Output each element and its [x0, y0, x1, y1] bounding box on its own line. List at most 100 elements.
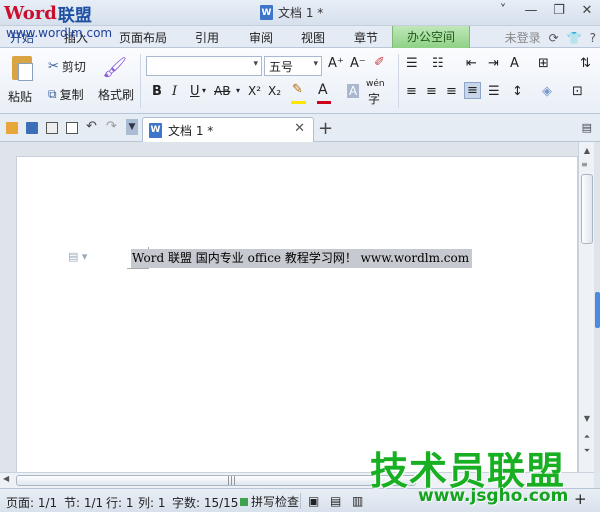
increase-indent-icon[interactable]: ⇥: [488, 56, 499, 71]
window-title: W 文档 1 *: [260, 4, 323, 21]
align-center-icon[interactable]: ≡: [426, 84, 437, 99]
close-button[interactable]: ✕: [580, 3, 594, 18]
save-icon[interactable]: [26, 122, 38, 134]
paste-button[interactable]: 粘贴: [8, 88, 32, 105]
web-view-icon[interactable]: ▥: [352, 494, 363, 508]
add-tab-icon[interactable]: +: [318, 118, 333, 139]
tab-view[interactable]: 视图: [301, 29, 325, 46]
subscript-button[interactable]: X₂: [268, 84, 281, 98]
sort-icon[interactable]: ⇅: [580, 56, 591, 71]
chevron-down-icon: ▾: [313, 59, 318, 69]
print-icon[interactable]: [46, 122, 58, 134]
scroll-left-icon[interactable]: ◀: [3, 474, 9, 483]
chevron-down-icon[interactable]: ▾: [202, 86, 206, 95]
bullet-list-icon[interactable]: ☰: [406, 56, 418, 71]
grow-font-button[interactable]: A⁺: [328, 56, 344, 71]
chevron-down-icon[interactable]: ▾: [236, 86, 240, 95]
line-spacing-icon[interactable]: ↕: [512, 84, 523, 99]
text-effect-button[interactable]: A: [510, 56, 519, 71]
next-page-icon[interactable]: ⏷: [581, 446, 593, 458]
font-size-select[interactable]: 五号 ▾: [264, 56, 322, 76]
print-preview-icon[interactable]: [66, 122, 78, 134]
tab-list-icon[interactable]: ▤: [582, 121, 592, 134]
numbered-list-icon[interactable]: ☷: [432, 56, 444, 71]
bold-button[interactable]: B: [152, 84, 162, 99]
document-page[interactable]: [16, 156, 578, 486]
app-logo: Word 联盟: [4, 2, 92, 26]
customize-toolbar-icon[interactable]: ▼: [126, 119, 138, 135]
zoom-in-icon[interactable]: +: [574, 490, 587, 508]
tab-office-space[interactable]: 办公空间: [392, 26, 470, 48]
outline-view-icon[interactable]: ▤: [330, 494, 341, 508]
align-right-icon[interactable]: ≡: [446, 84, 457, 99]
table-icon[interactable]: ⊞: [538, 56, 549, 71]
vertical-scrollbar[interactable]: ▲ ≡ ▼ ⏶ ⏷: [578, 142, 594, 472]
document-icon: W: [260, 5, 273, 20]
title-bar: Word 联盟 W 文档 1 * ˅ — ❐ ✕: [0, 0, 600, 26]
side-panel-handle[interactable]: [595, 292, 600, 328]
distributed-align-icon[interactable]: ☰: [488, 84, 500, 99]
document-tab-label: 文档 1 *: [168, 123, 214, 138]
tab-review[interactable]: 审阅: [249, 29, 273, 46]
document-tab[interactable]: W 文档 1 * ✕: [142, 117, 314, 142]
collapse-ribbon-button[interactable]: ˅: [496, 3, 510, 18]
format-painter-button[interactable]: 格式刷: [98, 86, 134, 103]
tab-references[interactable]: 引用: [195, 29, 219, 46]
decrease-indent-icon[interactable]: ⇤: [466, 56, 477, 71]
previous-page-icon[interactable]: ⏶: [581, 432, 593, 444]
underline-button[interactable]: U: [190, 84, 200, 99]
minimize-button[interactable]: —: [524, 3, 538, 18]
italic-button[interactable]: I: [172, 84, 177, 99]
status-page[interactable]: 页面: 1/1: [6, 494, 57, 511]
status-section: 节: 1/1: [64, 496, 104, 510]
spell-check-button[interactable]: 拼写检查: [240, 493, 299, 510]
superscript-button[interactable]: X²: [248, 84, 261, 98]
chevron-down-icon: ▾: [253, 59, 258, 69]
open-icon[interactable]: [6, 122, 18, 134]
horizontal-scroll-thumb[interactable]: |||: [16, 475, 416, 486]
paragraph-layout-icon[interactable]: ▤ ▾: [68, 250, 87, 263]
strikethrough-button[interactable]: AB: [214, 84, 230, 98]
phonetic-guide-button[interactable]: wén: [366, 79, 385, 89]
login-link[interactable]: 未登录: [505, 29, 541, 46]
status-word-count[interactable]: 字数: 15/15: [172, 494, 238, 511]
tab-chapter[interactable]: 章节: [354, 29, 378, 46]
cut-button[interactable]: ✂ 剪切: [48, 58, 86, 75]
split-window-icon[interactable]: ≡: [581, 160, 588, 169]
spell-check-icon: [240, 497, 248, 506]
window-title-text: 文档 1 *: [278, 6, 324, 20]
redo-icon[interactable]: ↷: [106, 119, 117, 134]
skin-icon[interactable]: 👕: [567, 31, 582, 45]
selected-text[interactable]: Word 联盟 国内专业 office 教程学习网！ www.wordlm.co…: [131, 249, 472, 268]
tab-page-layout[interactable]: 页面布局: [119, 29, 167, 46]
paste-icon[interactable]: [8, 54, 38, 84]
logo-url: www.wordlm.com: [6, 26, 113, 40]
vertical-scroll-thumb[interactable]: [581, 174, 593, 244]
phonetic-guide-glyph: 字: [368, 92, 381, 106]
document-icon: W: [149, 122, 162, 138]
justify-icon[interactable]: ≡: [464, 82, 481, 99]
quick-access-bar: ↶ ↷ ▼ W 文档 1 * ✕ + ▤: [0, 114, 600, 142]
clear-format-icon[interactable]: ✐: [374, 55, 385, 70]
scroll-down-icon[interactable]: ▼: [581, 414, 593, 426]
font-color-button[interactable]: A: [318, 82, 328, 98]
status-column: 列: 1: [138, 496, 166, 510]
highlight-icon[interactable]: ✎: [292, 82, 303, 97]
copy-button[interactable]: ⧉ 复制: [48, 86, 84, 103]
right-edge-panel: [594, 142, 600, 472]
page-view-icon[interactable]: ▣: [308, 494, 319, 508]
char-shading-button[interactable]: A: [347, 84, 360, 98]
document-workspace: [0, 142, 578, 486]
maximize-button[interactable]: ❐: [552, 3, 566, 18]
scroll-up-icon[interactable]: ▲: [581, 146, 593, 158]
shrink-font-button[interactable]: A⁻: [350, 56, 366, 71]
refresh-icon[interactable]: ⟳: [549, 31, 559, 45]
shading-icon[interactable]: ◈: [542, 84, 552, 99]
font-name-select[interactable]: ▾: [146, 56, 262, 76]
help-icon[interactable]: ?: [590, 31, 596, 45]
format-painter-icon[interactable]: 🖌: [102, 54, 132, 80]
borders-icon[interactable]: ⊡: [572, 84, 583, 99]
align-left-icon[interactable]: ≡: [406, 84, 417, 99]
close-tab-icon[interactable]: ✕: [294, 121, 305, 136]
undo-icon[interactable]: ↶: [86, 119, 97, 134]
